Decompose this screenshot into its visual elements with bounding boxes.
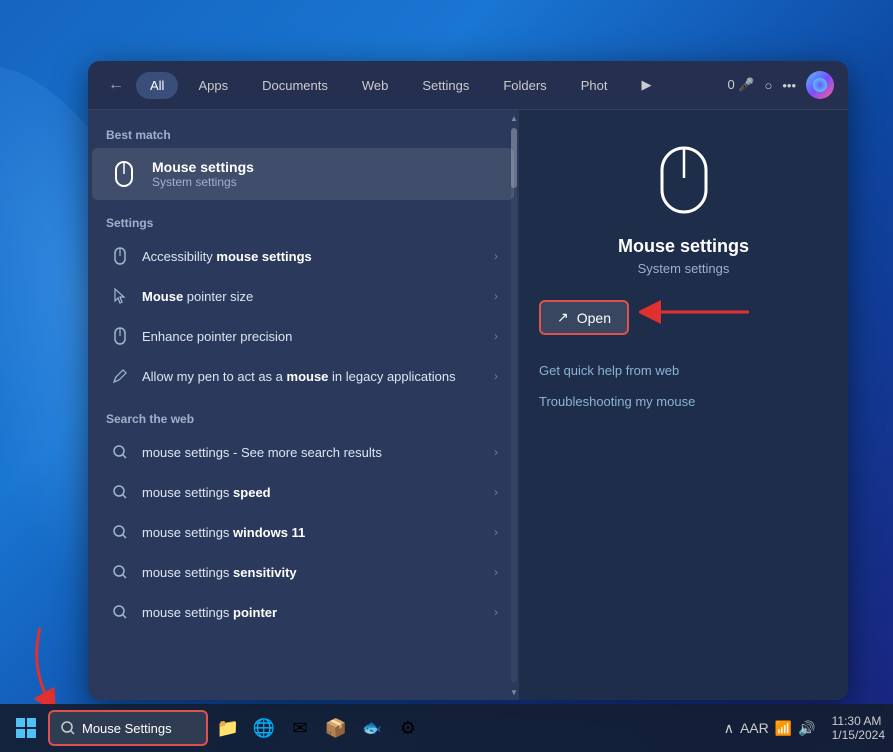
chevron-icon: › [494, 525, 498, 539]
list-item[interactable]: mouse settings pointer › [92, 592, 514, 632]
start-button[interactable] [8, 710, 44, 746]
best-match-title: Mouse settings [152, 159, 254, 175]
item-text: Accessibility mouse settings [142, 249, 484, 264]
taskbar-clock[interactable]: 11:30 AM1/15/2024 [832, 714, 885, 742]
item-text: mouse settings pointer [142, 605, 484, 620]
taskbar-teams-icon[interactable]: 🐟 [356, 712, 388, 744]
search-left-panel: Best match Mouse settings System setting… [88, 110, 518, 700]
settings-label: Settings [88, 212, 518, 236]
best-match-label: Best match [88, 124, 518, 148]
mouse-icon [108, 244, 132, 268]
tray-aac-icon[interactable]: AAR [740, 720, 769, 736]
search-icon [108, 520, 132, 544]
right-links: Get quick help from web Troubleshooting … [539, 355, 828, 417]
item-text: mouse settings - See more search results [142, 445, 484, 460]
chevron-icon: › [494, 485, 498, 499]
scroll-down[interactable]: ▼ [510, 684, 518, 700]
list-item[interactable]: mouse settings - See more search results… [92, 432, 514, 472]
nav-circle[interactable]: ○ [764, 78, 772, 93]
tab-all[interactable]: All [136, 72, 178, 99]
best-match-subtitle: System settings [152, 175, 254, 189]
open-button[interactable]: ↗ Open [539, 300, 629, 335]
right-subtitle: System settings [638, 261, 730, 276]
tray-up-icon[interactable]: ∧ [724, 720, 734, 737]
scroll-handle[interactable] [511, 128, 517, 188]
taskbar-search[interactable]: Mouse Settings [48, 710, 208, 746]
best-match-item[interactable]: Mouse settings System settings [92, 148, 514, 200]
tab-play[interactable]: ▶ [627, 71, 665, 99]
taskbar-files-icon[interactable]: 📁 [212, 712, 244, 744]
nav-right: 0 🎤 ○ ••• [727, 71, 834, 99]
chevron-icon: › [494, 249, 498, 263]
list-item[interactable]: Allow my pen to act as a mouse in legacy… [92, 356, 514, 396]
list-item[interactable]: Mouse pointer size › [92, 276, 514, 316]
mouse-large-icon [644, 140, 724, 220]
troubleshoot-link[interactable]: Troubleshooting my mouse [539, 386, 828, 417]
tab-photos[interactable]: Phot [567, 72, 622, 99]
tray-volume-icon[interactable]: 🔊 [798, 720, 815, 737]
taskbar-store-icon[interactable]: 📦 [320, 712, 352, 744]
nav-more-button[interactable]: ••• [782, 78, 796, 93]
taskbar-edge-icon[interactable]: 🌐 [248, 712, 280, 744]
taskbar-search-text: Mouse Settings [82, 721, 172, 736]
nav-count: 0 🎤 [727, 77, 754, 93]
nav-back-button[interactable]: ← [102, 71, 130, 99]
tab-web[interactable]: Web [348, 72, 403, 99]
search-icon [108, 560, 132, 584]
copilot-icon[interactable] [806, 71, 834, 99]
open-icon: ↗ [557, 309, 569, 326]
taskbar-mail-icon[interactable]: ✉ [284, 712, 316, 744]
search-body: Best match Mouse settings System setting… [88, 110, 848, 700]
chevron-icon: › [494, 565, 498, 579]
item-text: Allow my pen to act as a mouse in legacy… [142, 369, 484, 384]
item-text: mouse settings speed [142, 485, 484, 500]
list-item[interactable]: mouse settings windows 11 › [92, 512, 514, 552]
tray-icons: ∧ AAR 📶 🔊 [716, 720, 824, 737]
tab-folders[interactable]: Folders [489, 72, 560, 99]
chevron-icon: › [494, 329, 498, 343]
taskbar-settings-icon[interactable]: ⚙ [392, 712, 424, 744]
item-text: mouse settings sensitivity [142, 565, 484, 580]
quick-help-link[interactable]: Get quick help from web [539, 355, 828, 386]
mouse-settings-icon [108, 158, 140, 190]
scroll-track [511, 128, 517, 682]
list-item[interactable]: Accessibility mouse settings › [92, 236, 514, 276]
web-label: Search the web [88, 408, 518, 432]
item-text: Mouse pointer size [142, 289, 484, 304]
tab-documents[interactable]: Documents [248, 72, 342, 99]
scroll-up[interactable]: ▲ [510, 110, 518, 126]
list-item[interactable]: mouse settings sensitivity › [92, 552, 514, 592]
open-label: Open [577, 310, 611, 326]
list-item[interactable]: mouse settings speed › [92, 472, 514, 512]
item-text: Enhance pointer precision [142, 329, 484, 344]
right-title: Mouse settings [618, 236, 749, 257]
taskbar-right: ∧ AAR 📶 🔊 11:30 AM1/15/2024 [716, 714, 885, 742]
chevron-icon: › [494, 369, 498, 383]
best-match-text: Mouse settings System settings [152, 159, 254, 189]
bottom-left-arrow [20, 628, 80, 708]
chevron-icon: › [494, 605, 498, 619]
pointer-icon [108, 284, 132, 308]
taskbar: Mouse Settings 📁 🌐 ✉ 📦 🐟 ⚙ ∧ AAR 📶 🔊 11:… [0, 704, 893, 752]
search-icon [108, 480, 132, 504]
chevron-icon: › [494, 289, 498, 303]
search-nav: ← All Apps Documents Web Settings Folder… [88, 61, 848, 110]
tab-settings[interactable]: Settings [408, 72, 483, 99]
chevron-icon: › [494, 445, 498, 459]
tray-wifi-icon[interactable]: 📶 [775, 720, 792, 737]
mouse2-icon [108, 324, 132, 348]
scroll-bar: ▲ ▼ [510, 110, 518, 700]
search-icon [108, 600, 132, 624]
list-item[interactable]: Enhance pointer precision › [92, 316, 514, 356]
pen-icon [108, 364, 132, 388]
red-arrow [639, 292, 759, 332]
desktop: ← All Apps Documents Web Settings Folder… [0, 0, 893, 752]
search-icon [108, 440, 132, 464]
search-popup: ← All Apps Documents Web Settings Folder… [88, 61, 848, 700]
search-right-panel: Mouse settings System settings ↗ Open [518, 110, 848, 700]
tab-apps[interactable]: Apps [184, 72, 242, 99]
item-text: mouse settings windows 11 [142, 525, 484, 540]
